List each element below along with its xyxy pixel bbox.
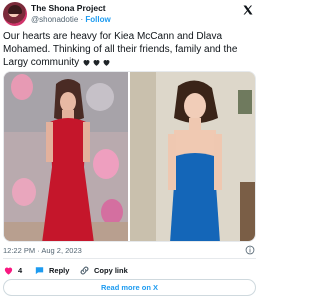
black-heart-icon <box>103 60 110 66</box>
reply-label: Reply <box>49 265 70 275</box>
handle-row: @shonadotie · Follow <box>31 14 231 25</box>
photo-blue-dress[interactable] <box>130 72 256 242</box>
copy-link-label: Copy link <box>94 265 128 275</box>
follow-button[interactable]: Follow <box>85 15 110 24</box>
display-name[interactable]: The Shona Project <box>31 3 231 14</box>
speech-bubble-icon <box>35 266 44 274</box>
avatar[interactable] <box>3 2 27 26</box>
link-icon <box>80 266 89 274</box>
x-logo-icon[interactable] <box>242 4 254 16</box>
author-info: The Shona Project @shonadotie · Follow <box>31 3 231 25</box>
tweet-header: The Shona Project @shonadotie · Follow <box>3 2 256 28</box>
black-heart-icon <box>93 60 100 66</box>
tweet-text: Our hearts are heavy for Kiea McCann and… <box>3 30 256 71</box>
heart-icon <box>4 267 13 275</box>
tweet-actions: 4 Reply Copy link <box>3 263 256 277</box>
info-icon[interactable] <box>245 245 255 255</box>
tweet-embed-card: The Shona Project @shonadotie · Follow O… <box>0 0 259 300</box>
photo-red-dress[interactable] <box>4 72 128 242</box>
handle[interactable]: @shonadotie <box>31 15 78 24</box>
tweet-media[interactable] <box>3 71 256 242</box>
separator-dot: · <box>80 15 84 24</box>
timestamp[interactable]: 12:22 PM · Aug 2, 2023 <box>3 246 82 255</box>
black-hearts-emoji <box>82 58 112 71</box>
read-more-button[interactable]: Read more on X <box>3 279 256 296</box>
black-heart-icon <box>83 60 90 66</box>
divider <box>3 258 256 259</box>
reply-button[interactable]: Reply <box>34 263 69 277</box>
like-button[interactable]: 4 <box>3 263 22 277</box>
like-count: 4 <box>18 265 23 275</box>
tweet-body: Our hearts are heavy for Kiea McCann and… <box>3 31 238 68</box>
copy-link-button[interactable]: Copy link <box>79 263 128 277</box>
